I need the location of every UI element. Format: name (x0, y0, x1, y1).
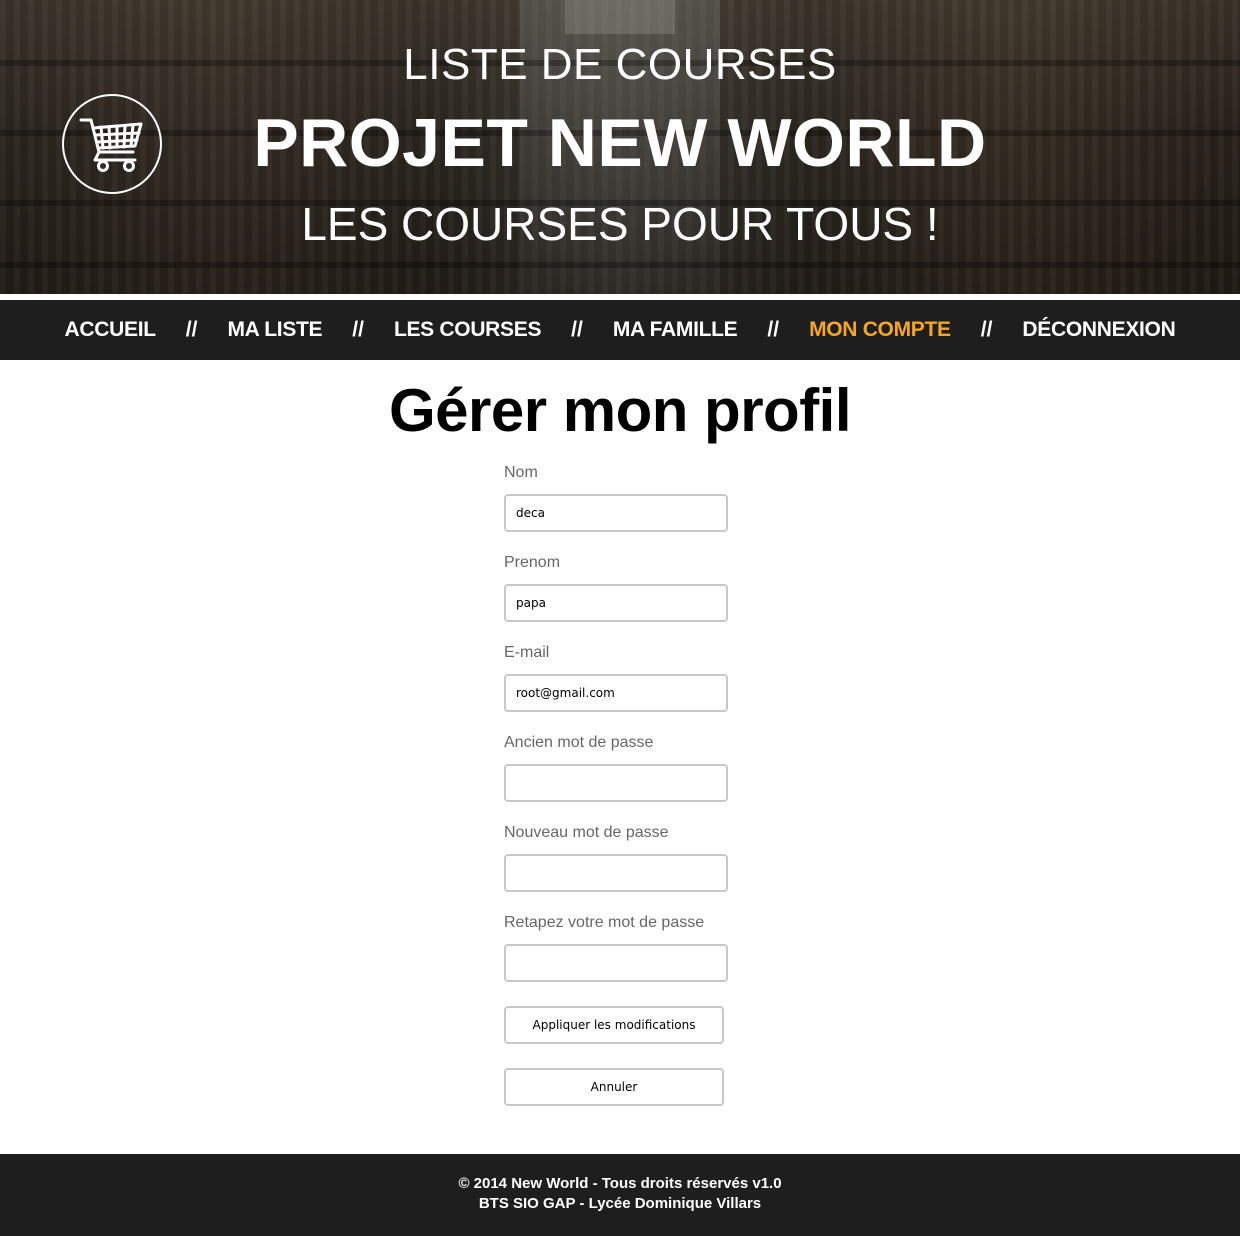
header-banner: LISTE DE COURSES PROJET NEW WORLD LES CO… (0, 0, 1240, 294)
new-password-label: Nouveau mot de passe (504, 824, 669, 841)
old-password-label: Ancien mot de passe (504, 734, 654, 751)
nav-separator: // (185, 318, 198, 341)
nom-label: Nom (504, 464, 538, 481)
prenom-input[interactable] (504, 584, 728, 622)
prenom-label: Prenom (504, 554, 561, 571)
header-subtitle-top: LISTE DE COURSES (403, 40, 837, 89)
nav-item-les-courses[interactable]: LES COURSES (394, 318, 542, 342)
confirm-password-label: Retapez votre mot de passe (504, 914, 705, 931)
nav-separator: // (767, 318, 780, 341)
nav-separator: // (571, 318, 583, 341)
email-label: E-mail (504, 644, 550, 661)
nav-item-mon-compte[interactable]: MON COMPTE (809, 318, 951, 342)
page-title: Gérer mon profil (388, 377, 852, 444)
nav-item-deconnexion[interactable]: DÉCONNEXION (1022, 318, 1175, 342)
header-tagline: LES COURSES POUR TOUS ! (301, 198, 939, 250)
header-title: PROJET NEW WORLD (253, 105, 987, 181)
footer: © 2014 New World - Tous droits réservés … (0, 1154, 1240, 1236)
apply-changes-button[interactable]: Appliquer les modifications (504, 1006, 724, 1044)
old-password-input[interactable] (504, 764, 728, 802)
profile-form: Nom Prenom E-mail Ancien mot de passe No… (504, 462, 804, 1002)
nav-item-ma-famille[interactable]: MA FAMILLE (613, 318, 738, 342)
main-nav: ACCUEIL // MA LISTE // LES COURSES // MA… (0, 300, 1240, 360)
email-input[interactable] (504, 674, 728, 712)
banner-background-sign (565, 0, 675, 34)
nom-input[interactable] (504, 494, 728, 532)
nav-separator: // (352, 318, 364, 341)
nav-separator: // (980, 318, 993, 341)
new-password-input[interactable] (504, 854, 728, 892)
confirm-password-input[interactable] (504, 944, 728, 982)
banner-shelf (0, 262, 1240, 268)
nav-item-ma-liste[interactable]: MA LISTE (227, 318, 322, 342)
cancel-button[interactable]: Annuler (504, 1068, 724, 1106)
footer-copyright: © 2014 New World - Tous droits réservés … (458, 1175, 782, 1192)
footer-school: BTS SIO GAP - Lycée Dominique Villars (478, 1195, 762, 1212)
nav-item-accueil[interactable]: ACCUEIL (65, 318, 157, 342)
